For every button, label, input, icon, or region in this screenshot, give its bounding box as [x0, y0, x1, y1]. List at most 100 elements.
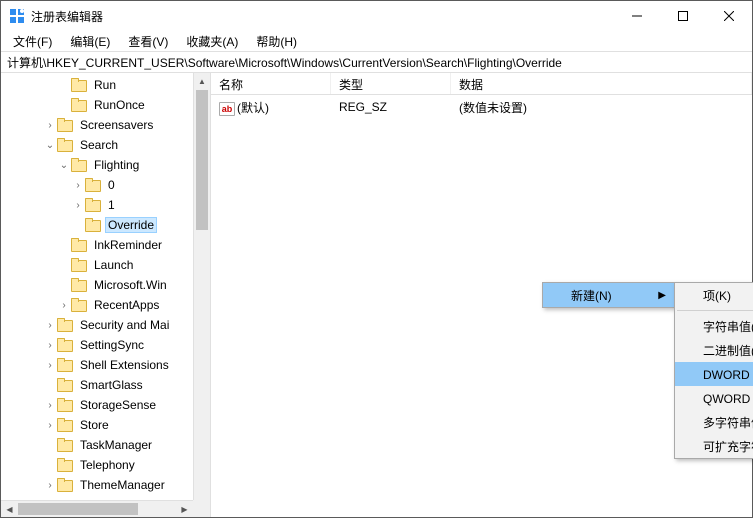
- ctx-item[interactable]: 可扩充字符串值(E): [675, 434, 753, 458]
- tree-item[interactable]: Override: [1, 215, 210, 235]
- ctx-item[interactable]: 多字符串值(M): [675, 410, 753, 434]
- tree-item-label: Flighting: [91, 157, 142, 173]
- tree-item-label: SmartGlass: [77, 377, 146, 393]
- menu-edit[interactable]: 编辑(E): [62, 31, 118, 52]
- chevron-right-icon[interactable]: ›: [43, 480, 57, 491]
- folder-icon: [85, 218, 101, 232]
- folder-icon: [71, 98, 87, 112]
- tree-item-label: Screensavers: [77, 117, 156, 133]
- tree-item-label: Shell Extensions: [77, 357, 172, 373]
- tree-item[interactable]: InkReminder: [1, 235, 210, 255]
- tree-item[interactable]: ›Store: [1, 415, 210, 435]
- maximize-button[interactable]: [660, 1, 706, 31]
- col-name[interactable]: 名称: [211, 73, 331, 94]
- tree-item-label: TaskManager: [77, 437, 155, 453]
- folder-icon: [71, 238, 87, 252]
- chevron-right-icon[interactable]: ›: [43, 320, 57, 331]
- tree-item[interactable]: › Shell Extensions: [1, 355, 210, 375]
- tree-item[interactable]: Launch: [1, 255, 210, 275]
- ctx-new[interactable]: 新建(N) ▶: [543, 283, 674, 307]
- ctx-item[interactable]: DWORD (32 位)值(D): [675, 362, 753, 386]
- ctx-item-label: DWORD (32 位)值(D): [703, 366, 753, 383]
- tree-item[interactable]: Telephony: [1, 455, 210, 475]
- chevron-down-icon[interactable]: ⌄: [57, 160, 71, 171]
- tree-item[interactable]: ›ThemeManager: [1, 475, 210, 495]
- window-title: 注册表编辑器: [31, 8, 614, 25]
- ctx-item[interactable]: 项(K): [675, 283, 753, 307]
- col-type[interactable]: 类型: [331, 73, 451, 94]
- tree-scrollbar-h[interactable]: ◀ ▶: [1, 500, 193, 517]
- close-button[interactable]: [706, 1, 752, 31]
- ctx-item[interactable]: 字符串值(S): [675, 314, 753, 338]
- minimize-button[interactable]: [614, 1, 660, 31]
- chevron-right-icon[interactable]: ›: [43, 120, 57, 131]
- value-name: (默认): [237, 101, 269, 115]
- tree-item[interactable]: ›StorageSense: [1, 395, 210, 415]
- tree-pane: Run RunOnce › Screensavers ⌄ Search ⌄ Flighting…: [1, 73, 211, 517]
- app-icon: [9, 8, 25, 24]
- tree-item[interactable]: RunOnce: [1, 95, 210, 115]
- address-bar[interactable]: 计算机\HKEY_CURRENT_USER\Software\Microsoft…: [1, 51, 752, 73]
- menu-help[interactable]: 帮助(H): [248, 31, 305, 52]
- tree-item[interactable]: › Screensavers: [1, 115, 210, 135]
- chevron-down-icon[interactable]: ⌄: [43, 140, 57, 151]
- tree-item[interactable]: SmartGlass: [1, 375, 210, 395]
- tree-item[interactable]: ⌄ Search: [1, 135, 210, 155]
- col-data[interactable]: 数据: [451, 73, 752, 94]
- cell-type: REG_SZ: [331, 100, 451, 114]
- tree-item[interactable]: ⌄ Flighting: [1, 155, 210, 175]
- scroll-thumb-h[interactable]: [18, 503, 138, 515]
- menu-favorites[interactable]: 收藏夹(A): [178, 31, 246, 52]
- chevron-right-icon[interactable]: ›: [43, 420, 57, 431]
- tree-item[interactable]: Microsoft.Win: [1, 275, 210, 295]
- tree-item-label: SettingSync: [77, 337, 147, 353]
- tree-item-label: InkReminder: [91, 237, 165, 253]
- folder-icon: [57, 338, 73, 352]
- tree-item-label: Telephony: [77, 457, 138, 473]
- tree-item-label: Run: [91, 77, 119, 93]
- list-pane: 名称 类型 数据 ab(默认)REG_SZ(数值未设置) 新建(N) ▶ 项(K…: [211, 73, 752, 517]
- titlebar: 注册表编辑器: [1, 1, 752, 31]
- tree-item[interactable]: Run: [1, 75, 210, 95]
- tree-item[interactable]: ›0: [1, 175, 210, 195]
- tree-item-label: RunOnce: [91, 97, 148, 113]
- scroll-right-icon[interactable]: ▶: [176, 501, 193, 517]
- tree-scrollbar-v[interactable]: ▲ ▼: [193, 73, 210, 517]
- ctx-item[interactable]: 二进制值(B): [675, 338, 753, 362]
- list-row[interactable]: ab(默认)REG_SZ(数值未设置): [211, 97, 752, 117]
- ctx-item-label: 项(K): [703, 287, 731, 304]
- tree-item-label: RecentApps: [91, 297, 162, 313]
- scroll-corner: [193, 500, 210, 517]
- chevron-right-icon[interactable]: ›: [43, 340, 57, 351]
- menu-separator: [677, 310, 753, 311]
- folder-icon: [57, 478, 73, 492]
- ctx-item[interactable]: QWORD (64 位)值(Q): [675, 386, 753, 410]
- tree-item[interactable]: ›Security and Mai: [1, 315, 210, 335]
- menu-view[interactable]: 查看(V): [120, 31, 176, 52]
- tree-item[interactable]: ›1: [1, 195, 210, 215]
- scroll-up-icon[interactable]: ▲: [194, 73, 210, 90]
- chevron-right-icon[interactable]: ›: [43, 400, 57, 411]
- scroll-thumb-v[interactable]: [196, 90, 208, 230]
- chevron-right-icon[interactable]: ›: [71, 180, 85, 191]
- folder-icon: [85, 178, 101, 192]
- folder-icon: [57, 438, 73, 452]
- address-text: 计算机\HKEY_CURRENT_USER\Software\Microsoft…: [7, 54, 562, 71]
- chevron-right-icon[interactable]: ›: [43, 360, 57, 371]
- tree-item-label: Launch: [91, 257, 136, 273]
- chevron-right-icon[interactable]: ›: [57, 300, 71, 311]
- tree-item[interactable]: › SettingSync: [1, 335, 210, 355]
- cell-name: ab(默认): [211, 99, 331, 116]
- chevron-right-icon[interactable]: ›: [71, 200, 85, 211]
- menu-file[interactable]: 文件(F): [5, 31, 60, 52]
- folder-icon: [57, 138, 73, 152]
- folder-icon: [71, 298, 87, 312]
- folder-icon: [57, 458, 73, 472]
- tree-item[interactable]: › RecentApps: [1, 295, 210, 315]
- tree-item[interactable]: TaskManager: [1, 435, 210, 455]
- scroll-left-icon[interactable]: ◀: [1, 501, 18, 517]
- tree-item-label: Search: [77, 137, 121, 153]
- folder-icon: [57, 318, 73, 332]
- folder-icon: [57, 358, 73, 372]
- ctx-item-label: 可扩充字符串值(E): [703, 438, 753, 455]
